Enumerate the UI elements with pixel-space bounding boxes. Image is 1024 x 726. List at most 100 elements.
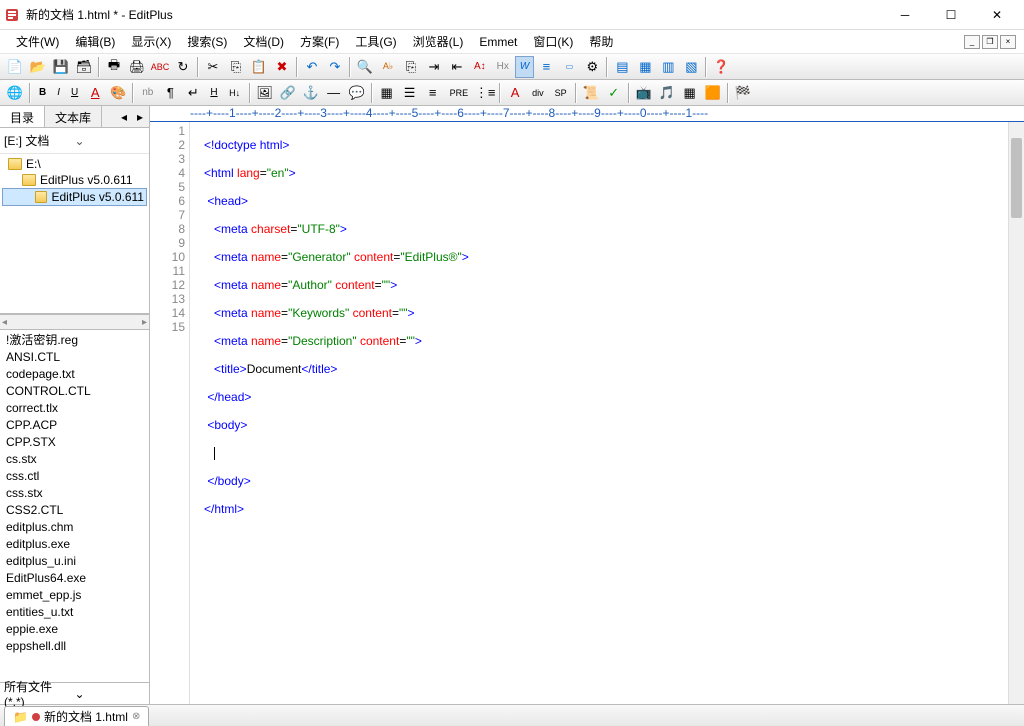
refresh-icon[interactable]: ↻ [172, 56, 194, 78]
menu-tools[interactable]: 工具(G) [347, 30, 404, 53]
save-all-icon[interactable]: 🗃 [73, 56, 95, 78]
menu-file[interactable]: 文件(W) [8, 30, 67, 53]
paragraph-icon[interactable]: ¶ [159, 82, 181, 104]
mdi-minimize[interactable]: _ [964, 35, 980, 49]
tree-scrollbar[interactable]: ◂▸ [0, 314, 149, 330]
file-item[interactable]: editplus_u.ini [4, 553, 145, 570]
redo-icon[interactable]: ↷ [324, 56, 346, 78]
menu-view[interactable]: 显示(X) [123, 30, 179, 53]
image-icon[interactable]: 🖼 [254, 82, 276, 104]
new-file-icon[interactable]: 📄 [4, 56, 26, 78]
save-icon[interactable]: 💾 [50, 56, 72, 78]
menu-project[interactable]: 方案(F) [292, 30, 347, 53]
document-tab[interactable]: 📁 新的文档 1.html ⊗ [4, 706, 149, 726]
print-icon[interactable]: 🖶 [103, 56, 125, 78]
form-icon[interactable]: ☰ [399, 82, 421, 104]
tree-item-selected[interactable]: EditPlus v5.0.611 [2, 188, 147, 206]
file-item[interactable]: EditPlus64.exe [4, 570, 145, 587]
copy-icon[interactable]: ⎘ [225, 56, 247, 78]
file-item[interactable]: CSS2.CTL [4, 502, 145, 519]
close-tab-icon[interactable]: ⊗ [132, 711, 140, 722]
hx-button[interactable]: Hx [492, 56, 514, 78]
replace-icon[interactable]: A♭ [377, 56, 399, 78]
cut-icon[interactable]: ✂ [202, 56, 224, 78]
code-text[interactable]: <!doctype html> <html lang="en"> <head> … [190, 122, 1024, 704]
check-icon[interactable]: ✓ [603, 82, 625, 104]
palette-icon[interactable]: 🎨 [107, 82, 129, 104]
drive-selector[interactable]: [E:] 文档 ⌄ [0, 128, 149, 154]
minimize-button[interactable]: ─ [882, 0, 928, 30]
sidebar-next[interactable]: ▸ [133, 108, 147, 126]
file-item[interactable]: codepage.txt [4, 366, 145, 383]
sidebar-prev[interactable]: ◂ [117, 108, 131, 126]
menu-edit[interactable]: 编辑(B) [67, 30, 123, 53]
open-file-icon[interactable]: 📂 [27, 56, 49, 78]
file-item[interactable]: emmet_epp.js [4, 587, 145, 604]
italic-button[interactable]: I [52, 82, 65, 104]
div-button[interactable]: div [527, 82, 549, 104]
br-icon[interactable]: ↵ [182, 82, 204, 104]
help-icon[interactable]: ❓ [710, 56, 732, 78]
bold-button[interactable]: B [34, 82, 51, 104]
file-item[interactable]: entities_u.txt [4, 604, 145, 621]
object-icon[interactable]: 🟧 [702, 82, 724, 104]
audio-icon[interactable]: 🎵 [656, 82, 678, 104]
anchor-icon[interactable]: ⚓ [300, 82, 322, 104]
mdi-close[interactable]: × [1000, 35, 1016, 49]
font-size-icon[interactable]: A↕ [469, 56, 491, 78]
window2-icon[interactable]: ▦ [634, 56, 656, 78]
video-icon[interactable]: 📺 [633, 82, 655, 104]
code-area[interactable]: 1 2 3 4 5 6 7 8 9 10 11 12 13 14 15 <!do… [150, 122, 1024, 704]
window1-icon[interactable]: ▤ [611, 56, 633, 78]
link-icon[interactable]: 🔗 [277, 82, 299, 104]
indent-icon[interactable]: ⇤ [446, 56, 468, 78]
print-preview-icon[interactable]: 🖨 [126, 56, 148, 78]
sp-button[interactable]: SP [550, 82, 572, 104]
vertical-scrollbar[interactable] [1008, 122, 1024, 704]
file-filter[interactable]: 所有文件 (*.*) ⌄ [0, 682, 149, 704]
file-item[interactable]: !激活密钥.reg [4, 332, 145, 349]
file-item[interactable]: ANSI.CTL [4, 349, 145, 366]
menu-document[interactable]: 文档(D) [235, 30, 292, 53]
heading-button[interactable]: H [205, 82, 222, 104]
flag-icon[interactable]: 🏁 [732, 82, 754, 104]
file-item[interactable]: cs.stx [4, 451, 145, 468]
line-number-icon[interactable]: ≡ [535, 56, 557, 78]
close-button[interactable]: ✕ [974, 0, 1020, 30]
paste-icon[interactable]: 📋 [248, 56, 270, 78]
tree-item[interactable]: EditPlus v5.0.611 [2, 172, 147, 188]
ruler-icon[interactable]: ▭ [558, 56, 580, 78]
center-icon[interactable]: ≡ [422, 82, 444, 104]
menu-help[interactable]: 帮助 [581, 30, 621, 53]
file-list[interactable]: !激活密钥.reg ANSI.CTL codepage.txt CONTROL.… [0, 330, 149, 682]
mdi-restore[interactable]: ❐ [982, 35, 998, 49]
window3-icon[interactable]: ▥ [657, 56, 679, 78]
menu-browser[interactable]: 浏览器(L) [405, 30, 472, 53]
span-color-icon[interactable]: A [504, 82, 526, 104]
wrap-button[interactable]: W [515, 56, 534, 78]
file-item[interactable]: eppie.exe [4, 621, 145, 638]
file-item[interactable]: editplus.exe [4, 536, 145, 553]
window4-icon[interactable]: ▧ [680, 56, 702, 78]
font-color-icon[interactable]: A [84, 82, 106, 104]
tree-item[interactable]: E:\ [2, 156, 147, 172]
menu-search[interactable]: 搜索(S) [179, 30, 235, 53]
hr-icon[interactable]: — [323, 82, 345, 104]
delete-icon[interactable]: ✖ [271, 56, 293, 78]
browser-icon[interactable]: 🌐 [4, 82, 26, 104]
sidebar-tab-directory[interactable]: 目录 [0, 106, 45, 127]
file-item[interactable]: editplus.chm [4, 519, 145, 536]
menu-emmet[interactable]: Emmet [471, 32, 525, 52]
maximize-button[interactable]: ☐ [928, 0, 974, 30]
file-item[interactable]: CONTROL.CTL [4, 383, 145, 400]
file-item[interactable]: correct.tlx [4, 400, 145, 417]
pre-button[interactable]: PRE [445, 82, 474, 104]
comment-icon[interactable]: 💬 [346, 82, 368, 104]
embed-icon[interactable]: ▦ [679, 82, 701, 104]
find-icon[interactable]: 🔍 [354, 56, 376, 78]
list-icon[interactable]: ⋮≡ [474, 82, 496, 104]
folder-tree[interactable]: E:\ EditPlus v5.0.611 EditPlus v5.0.611 [0, 154, 149, 314]
file-item[interactable]: css.ctl [4, 468, 145, 485]
spell-check-icon[interactable]: ABC [149, 56, 171, 78]
undo-icon[interactable]: ↶ [301, 56, 323, 78]
